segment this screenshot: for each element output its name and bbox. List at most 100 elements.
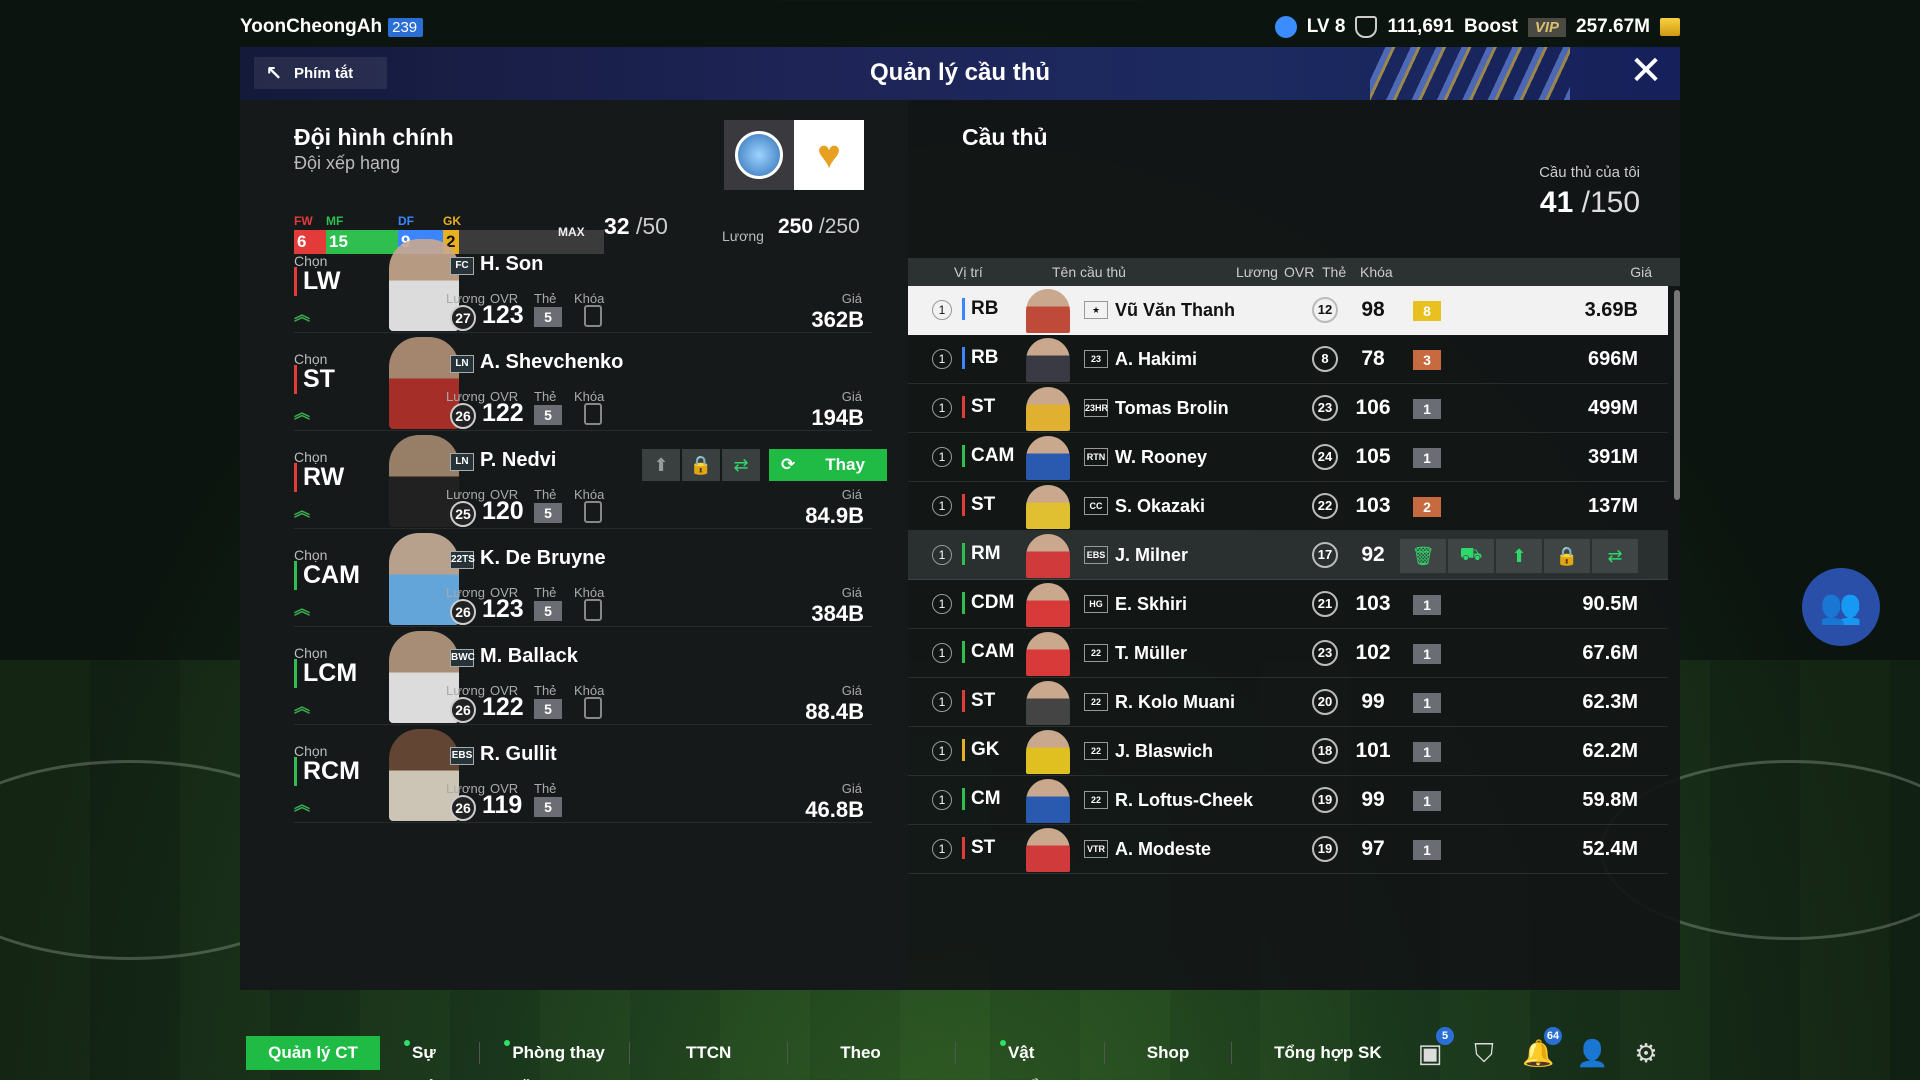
lock-icon[interactable] <box>584 599 602 621</box>
fw-label: FW <box>294 214 313 228</box>
position-label: LCM <box>294 659 357 688</box>
nav-items[interactable]: Vật phẩm <box>996 1036 1088 1080</box>
table-row[interactable]: 1 CAM 22 T. Müller 23 102 1 67.6M <box>908 629 1668 678</box>
chat-support-icon[interactable]: 👥 <box>1802 568 1880 646</box>
gift-badge: 5 <box>1436 1026 1455 1045</box>
cart-icon[interactable]: ⛟ <box>1448 539 1494 573</box>
row-number: 1 <box>932 790 952 810</box>
position-label: CAM <box>962 445 1014 467</box>
lineup-row[interactable]: Chọn LW ︽ FC H. Son Lương OVR Thẻ 27 123… <box>294 235 872 333</box>
nav-event-summary[interactable]: Tổng hợp SK mới <box>1262 1036 1414 1080</box>
new-dot <box>404 1039 411 1046</box>
username: YoonCheongAh <box>240 16 383 37</box>
player-photo <box>1026 289 1070 333</box>
col-card[interactable]: Thẻ <box>1322 264 1346 280</box>
ovr-value: 119 <box>482 791 523 819</box>
nav-player-management[interactable]: Quản lý CT <box>246 1035 381 1070</box>
player-management-panel: ↖ Phím tắt Quản lý cầu thủ ✕ Đội hình ch… <box>240 47 1680 990</box>
col-price[interactable]: Giá <box>1630 264 1652 280</box>
ovr-value: 97 <box>1361 837 1385 860</box>
compare-icon[interactable]: ⇄ <box>1592 539 1638 573</box>
boost-text[interactable]: Boost <box>1464 16 1518 38</box>
top-bar: YoonCheongAh 239 LV 8 111,691 Boost VIP … <box>240 12 1680 42</box>
scrollbar[interactable] <box>1674 290 1680 500</box>
col-name[interactable]: Tên cầu thủ <box>1052 264 1126 280</box>
points-text: 111,691 <box>1387 16 1455 37</box>
table-row[interactable]: 1 ST VTR A. Modeste 19 97 1 52.4M <box>908 825 1668 874</box>
card-level: 1 <box>1413 448 1441 468</box>
nav-ttcn[interactable]: TTCN <box>674 1036 743 1070</box>
lock-icon[interactable] <box>584 403 602 425</box>
table-row[interactable]: 1 RM EBS J. Milner 17 92 🗑 ⛟ ⬆ 🔒 ⇄ <box>908 531 1668 580</box>
card-level: 3 <box>1413 350 1441 370</box>
players-section: Cầu thủ Cầu thủ của tôi 41 /150 Vị trí T… <box>908 100 1680 990</box>
player-name: R. Kolo Muani <box>1115 692 1235 712</box>
shield-crest-icon[interactable]: ⛉ <box>1468 1037 1500 1069</box>
wage-value: 25 <box>450 501 476 527</box>
money-text: 257.67M <box>1576 16 1650 37</box>
ovr-value: 120 <box>482 497 524 525</box>
nav-shop[interactable]: Shop <box>1135 1036 1202 1070</box>
nav-events[interactable]: Sự kiện <box>400 1036 479 1080</box>
lock-icon[interactable] <box>584 501 602 523</box>
table-row[interactable]: 1 GK 22 J. Blaswich 18 101 1 62.2M <box>908 727 1668 776</box>
col-ovr[interactable]: OVR <box>1284 264 1314 280</box>
gear-icon[interactable]: ⚙ <box>1630 1037 1662 1069</box>
nav-locker-room[interactable]: Phòng thay đồ <box>500 1036 629 1080</box>
lock-icon[interactable] <box>584 305 602 327</box>
nav-locker-room-label: Phòng thay đồ <box>512 1042 605 1080</box>
table-row[interactable]: 1 CDM HG E. Skhiri 21 103 1 90.5M <box>908 580 1668 629</box>
lock-icon[interactable]: 🔒 <box>682 449 720 481</box>
coin-icon <box>1660 18 1680 36</box>
lineup-row[interactable]: Chọn RCM ︽ EBS R. Gullit Lương OVR Thẻ 2… <box>294 725 872 823</box>
position-label: CAM <box>294 561 360 590</box>
col-wage[interactable]: Lương <box>1236 264 1278 280</box>
card-level: 1 <box>1413 840 1441 860</box>
lock-icon[interactable]: 🔒 <box>1544 539 1590 573</box>
team-color-badge[interactable]: ♥ <box>794 120 864 190</box>
table-row[interactable]: 1 ST CC S. Okazaki 22 103 2 137M <box>908 482 1668 531</box>
price-value: 88.4B <box>805 699 864 724</box>
table-row[interactable]: 1 ST 23HR Tomas Brolin 23 106 1 499M <box>908 384 1668 433</box>
player-photo <box>1026 387 1070 431</box>
col-position[interactable]: Vị trí <box>954 264 983 280</box>
lineup-row[interactable]: Chọn ST ︽ LN A. Shevchenko Lương OVR Thẻ… <box>294 333 872 431</box>
lock-icon[interactable] <box>584 697 602 719</box>
club-badge[interactable] <box>724 120 794 190</box>
table-row[interactable]: 1 CM 22 R. Loftus-Cheek 19 99 1 59.8M <box>908 776 1668 825</box>
card-level: 1 <box>1413 595 1441 615</box>
upgrade-icon[interactable]: ⬆ <box>1496 539 1542 573</box>
my-players-label: Cầu thủ của tôi <box>1539 164 1640 181</box>
upgrade-icon[interactable]: ⬆ <box>642 449 680 481</box>
trash-icon[interactable]: 🗑 <box>1400 539 1446 573</box>
compare-icon[interactable]: ⇄ <box>722 449 760 481</box>
price-value: 362B <box>811 307 864 332</box>
replace-button[interactable]: ⟳ Thay <box>769 449 887 481</box>
player-name: J. Milner <box>1115 545 1189 565</box>
bell-icon[interactable]: 🔔 64 <box>1522 1026 1563 1069</box>
lineup-row[interactable]: Chọn CAM ︽ 22TS K. De Bruyne Lương OVR T… <box>294 529 872 627</box>
position-label: ST <box>294 365 335 394</box>
card-label: Thẻ <box>534 487 557 502</box>
card-label: Thẻ <box>534 781 557 796</box>
player-photo <box>389 239 459 331</box>
table-row[interactable]: 1 ST 22 R. Kolo Muani 20 99 1 62.3M <box>908 678 1668 727</box>
nav-following[interactable]: Theo dõi <box>828 1036 915 1080</box>
table-row[interactable]: 1 RB 23 A. Hakimi 8 78 3 696M <box>908 335 1668 384</box>
table-row[interactable]: 1 RB ★ Vũ Văn Thanh 12 98 8 3.69B <box>908 286 1668 335</box>
wage-label: Lương <box>446 487 485 502</box>
col-lock[interactable]: Khóa <box>1360 264 1393 280</box>
position-label: RCM <box>294 757 360 786</box>
price-value: 52.4M <box>1582 838 1638 860</box>
lock-label: Khóa <box>574 291 605 306</box>
gift-icon[interactable]: ▣ 5 <box>1414 1026 1455 1069</box>
close-icon[interactable]: ✕ <box>1628 51 1664 91</box>
chevron-up-icon: ︽ <box>294 601 310 618</box>
table-row[interactable]: 1 CAM RTN W. Rooney 24 105 1 391M <box>908 433 1668 482</box>
lineup-row[interactable]: Chọn LCM ︽ BWC M. Ballack Lương OVR Thẻ … <box>294 627 872 725</box>
vip-badge[interactable]: VIP <box>1527 17 1567 37</box>
season-icon: 23 <box>1084 350 1108 368</box>
profile-icon[interactable]: 👤 <box>1576 1037 1608 1069</box>
ovr-value: 101 <box>1355 739 1391 762</box>
lineup-row[interactable]: Chọn RW ︽ LN P. Nedvi Lương OVR Thẻ 25 1… <box>294 431 887 529</box>
